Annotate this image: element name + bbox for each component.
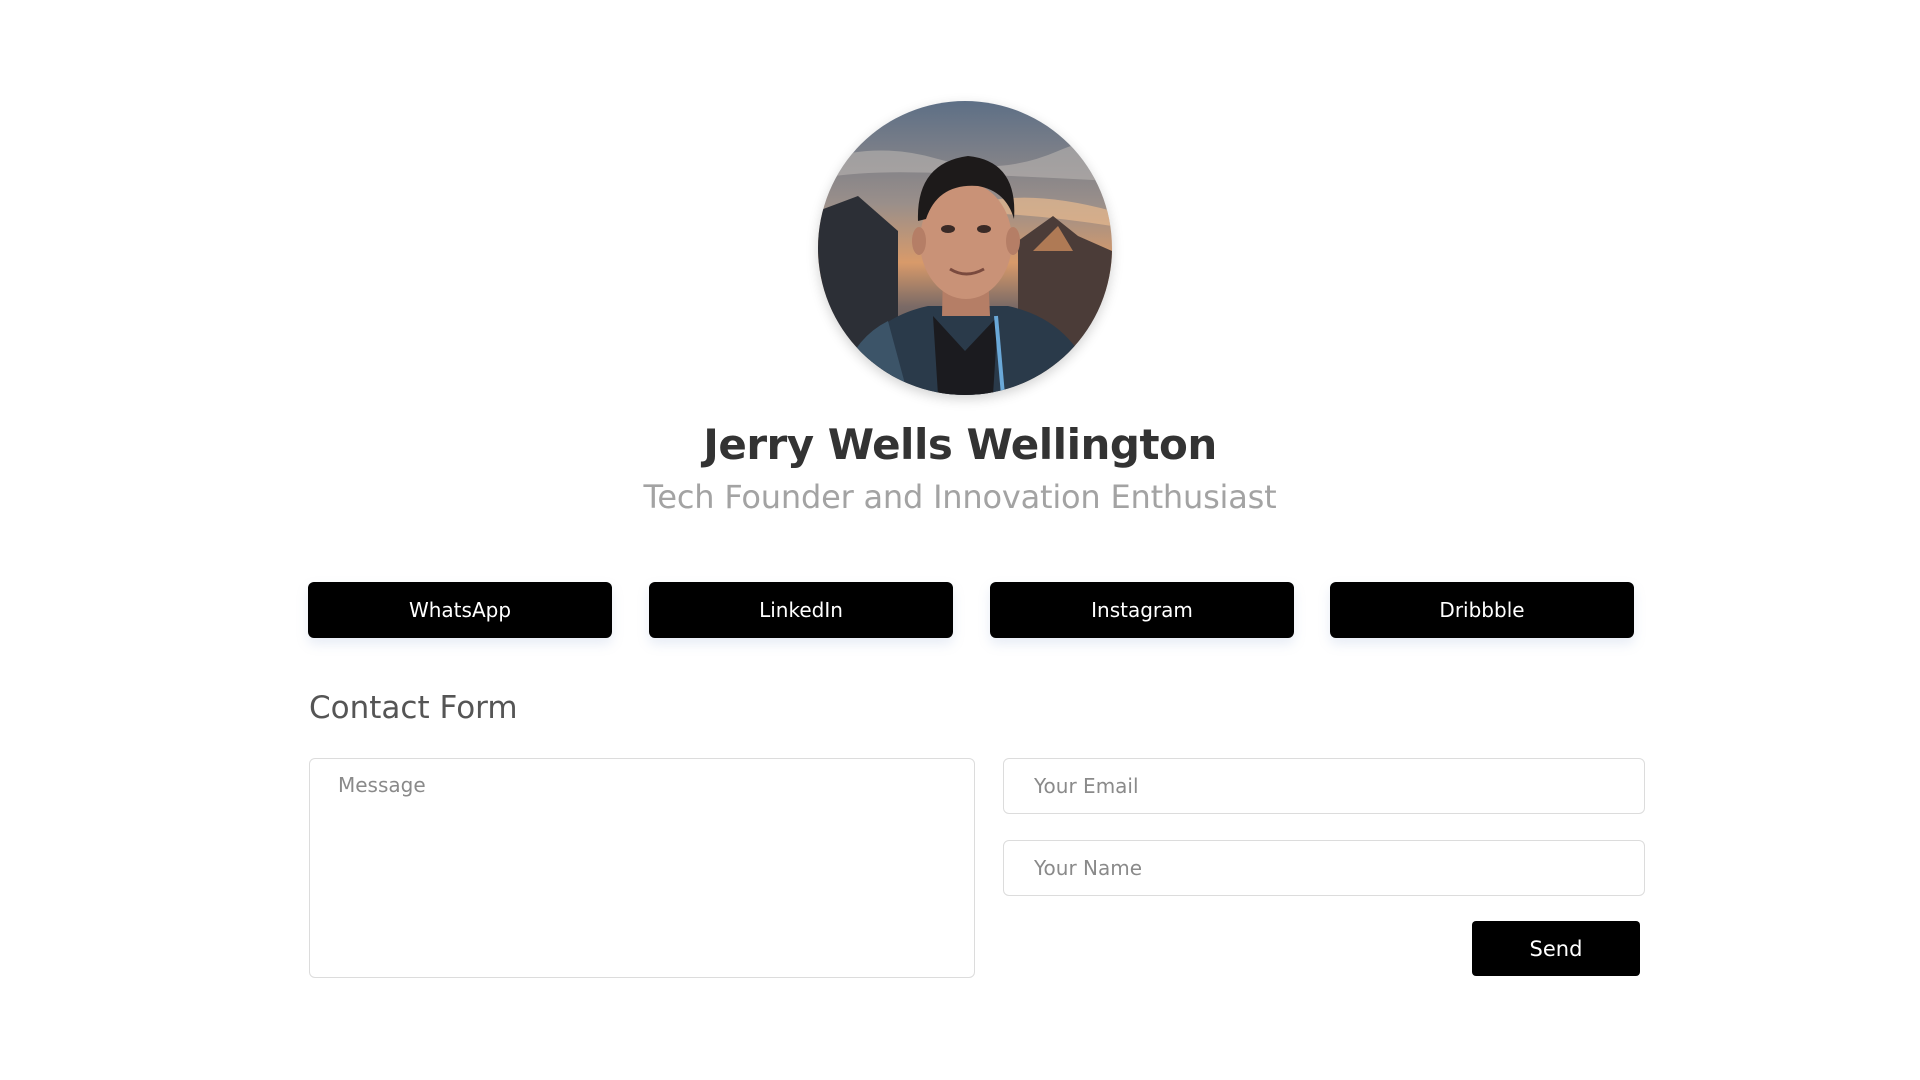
avatar xyxy=(818,101,1112,395)
profile-name: Jerry Wells Wellington xyxy=(703,420,1217,469)
message-field[interactable] xyxy=(309,758,975,978)
send-button[interactable]: Send xyxy=(1472,921,1640,976)
dribbble-button[interactable]: Dribbble xyxy=(1330,582,1634,638)
whatsapp-button[interactable]: WhatsApp xyxy=(308,582,612,638)
profile-photo-icon xyxy=(818,101,1112,395)
profile-title: Tech Founder and Innovation Enthusiast xyxy=(643,478,1277,516)
email-field[interactable] xyxy=(1003,758,1645,814)
name-field[interactable] xyxy=(1003,840,1645,896)
contact-form-heading: Contact Form xyxy=(309,690,518,726)
linkedin-button[interactable]: LinkedIn xyxy=(649,582,953,638)
instagram-button[interactable]: Instagram xyxy=(990,582,1294,638)
social-links: WhatsApp LinkedIn Instagram Dribbble xyxy=(308,582,1634,638)
profile-page: Jerry Wells Wellington Tech Founder and … xyxy=(0,0,1920,1080)
